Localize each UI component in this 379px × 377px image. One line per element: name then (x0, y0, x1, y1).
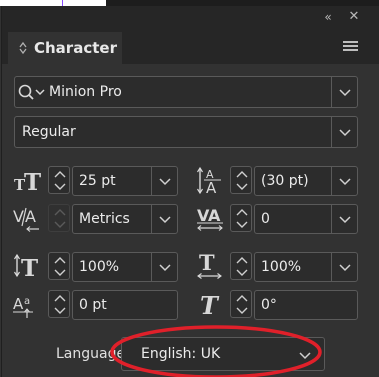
kerning-stepper[interactable] (48, 204, 70, 232)
search-icon[interactable] (17, 83, 49, 101)
baseline-shift-value[interactable]: 0 pt (79, 297, 107, 313)
tracking-icon: VA (196, 204, 226, 232)
language-label: Language: (56, 346, 130, 362)
skew-value[interactable]: 0° (261, 297, 277, 313)
leading-icon: AA (197, 166, 227, 196)
vertical-scale-value[interactable]: 100% (79, 259, 119, 275)
horizontal-scale-field[interactable]: 100% (254, 252, 358, 282)
chevron-down-icon[interactable] (331, 117, 357, 147)
language-dropdown[interactable]: English: UK (121, 337, 325, 371)
svg-text:A: A (13, 295, 24, 313)
collapse-icon[interactable]: « (320, 9, 336, 25)
svg-text:A: A (25, 207, 36, 226)
font-family-field[interactable]: Minion Pro (14, 76, 358, 108)
panel-menu-icon[interactable] (343, 41, 358, 53)
horizontal-scale-stepper[interactable] (230, 252, 252, 280)
font-size-field[interactable]: 25 pt (72, 166, 178, 196)
kerning-icon: VA (13, 204, 43, 232)
chevron-down-icon[interactable] (151, 253, 177, 281)
font-style-field[interactable]: Regular (14, 116, 358, 148)
font-style-value[interactable]: Regular (22, 124, 76, 140)
leading-value[interactable]: (30 pt) (261, 173, 309, 189)
kerning-value[interactable]: Metrics (79, 211, 130, 227)
vertical-scale-stepper[interactable] (48, 252, 70, 280)
chevron-down-icon[interactable] (331, 167, 357, 195)
chevron-down-icon[interactable] (151, 205, 177, 233)
svg-text:A: A (208, 206, 221, 225)
skew-field[interactable]: 0° (254, 290, 358, 320)
tab-character[interactable]: Character (8, 32, 122, 64)
svg-text:a: a (24, 296, 30, 307)
svg-text:T: T (199, 251, 215, 275)
font-family-value[interactable]: Minion Pro (49, 84, 122, 100)
svg-text:T: T (21, 255, 38, 280)
tab-expand-icon[interactable] (18, 41, 28, 55)
svg-text:T: T (200, 291, 220, 320)
panel-titlebar[interactable]: « ✕ (2, 6, 379, 28)
panel-title: Character (34, 39, 117, 57)
kerning-field[interactable]: Metrics (72, 204, 178, 234)
tracking-stepper[interactable] (230, 204, 252, 232)
font-size-icon: TT (13, 167, 43, 195)
baseline-shift-field[interactable]: 0 pt (72, 290, 178, 320)
font-size-value[interactable]: 25 pt (79, 173, 116, 189)
horizontal-scale-value[interactable]: 100% (261, 259, 301, 275)
panel-tabbar: Character (2, 28, 379, 64)
close-icon[interactable]: ✕ (346, 9, 362, 25)
baseline-shift-stepper[interactable] (48, 290, 70, 318)
leading-stepper[interactable] (230, 166, 252, 194)
vertical-scale-field[interactable]: 100% (72, 252, 178, 282)
baseline-shift-icon: Aa (13, 292, 43, 320)
skew-icon: T (198, 290, 228, 320)
chevron-down-icon[interactable] (331, 205, 357, 233)
skew-stepper[interactable] (230, 290, 252, 318)
chevron-down-icon[interactable] (331, 77, 357, 107)
tracking-field[interactable]: 0 (254, 204, 358, 234)
font-size-stepper[interactable] (48, 166, 70, 194)
leading-field[interactable]: (30 pt) (254, 166, 358, 196)
language-value[interactable]: English: UK (141, 346, 220, 362)
chevron-down-icon[interactable] (151, 167, 177, 195)
chevron-down-icon[interactable] (331, 253, 357, 281)
vertical-scale-icon: T (13, 252, 43, 280)
horizontal-scale-icon: T (197, 251, 227, 279)
svg-text:A: A (206, 179, 217, 196)
tracking-value[interactable]: 0 (261, 211, 270, 227)
svg-text:T: T (24, 169, 41, 195)
